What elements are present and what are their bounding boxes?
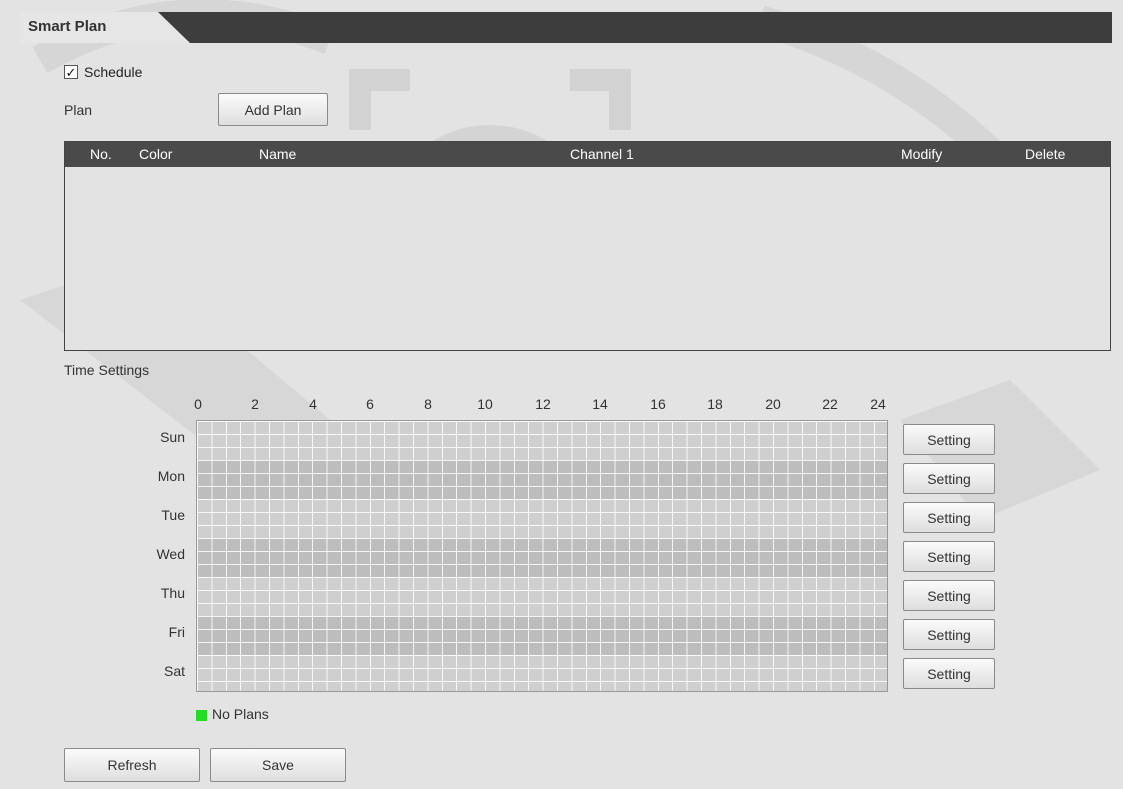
hour-label: 20 <box>765 396 781 412</box>
hour-label: 4 <box>309 396 317 412</box>
col-header-name: Name <box>259 146 297 162</box>
col-header-channel: Channel 1 <box>570 146 634 162</box>
day-label-mon: Mon <box>157 468 185 484</box>
schedule-time-grid[interactable] <box>196 420 888 692</box>
grid-lines <box>197 421 887 691</box>
hour-label: 22 <box>822 396 838 412</box>
hour-label: 16 <box>650 396 666 412</box>
day-label-fri: Fri <box>168 624 185 640</box>
hour-label: 6 <box>366 396 374 412</box>
day-label-tue: Tue <box>161 507 185 523</box>
col-header-modify: Modify <box>901 146 943 162</box>
setting-button-sun[interactable]: Setting <box>903 424 995 455</box>
schedule-checkbox[interactable]: ✓ <box>64 65 78 79</box>
time-settings-label: Time Settings <box>64 362 150 378</box>
hour-label: 8 <box>424 396 432 412</box>
tab-smart-plan-label: Smart Plan <box>28 18 107 35</box>
schedule-row: ✓ Schedule <box>64 64 142 80</box>
plan-table-header: No. Color Name Channel 1 Modify Delete <box>65 142 1110 167</box>
add-plan-button[interactable]: Add Plan <box>218 93 328 126</box>
hour-label: 24 <box>870 396 886 412</box>
day-label-thu: Thu <box>160 585 185 601</box>
col-header-delete: Delete <box>1025 146 1066 162</box>
setting-button-wed[interactable]: Setting <box>903 541 995 572</box>
setting-button-tue[interactable]: Setting <box>903 502 995 533</box>
schedule-label: Schedule <box>84 64 143 80</box>
legend-label: No Plans <box>212 706 269 722</box>
plan-table: No. Color Name Channel 1 Modify Delete <box>64 141 1111 351</box>
tab-smart-plan[interactable]: Smart Plan <box>20 12 190 43</box>
day-label-sun: Sun <box>160 429 185 445</box>
setting-button-mon[interactable]: Setting <box>903 463 995 494</box>
hour-label: 14 <box>592 396 608 412</box>
setting-button-fri[interactable]: Setting <box>903 619 995 650</box>
hour-label: 0 <box>194 396 202 412</box>
plan-label: Plan <box>64 102 93 118</box>
hour-label: 12 <box>535 396 551 412</box>
day-label-wed: Wed <box>156 546 185 562</box>
refresh-button[interactable]: Refresh <box>64 748 200 782</box>
save-button[interactable]: Save <box>210 748 346 782</box>
setting-button-thu[interactable]: Setting <box>903 580 995 611</box>
col-header-color: Color <box>139 146 173 162</box>
hour-label: 10 <box>477 396 493 412</box>
tab-bar: Smart Plan <box>20 12 1112 43</box>
day-label-sat: Sat <box>163 663 185 679</box>
setting-button-sat[interactable]: Setting <box>903 658 995 689</box>
hour-label: 2 <box>251 396 259 412</box>
col-header-no: No. <box>90 146 112 162</box>
legend-color-swatch <box>196 710 207 721</box>
hour-label: 18 <box>707 396 723 412</box>
